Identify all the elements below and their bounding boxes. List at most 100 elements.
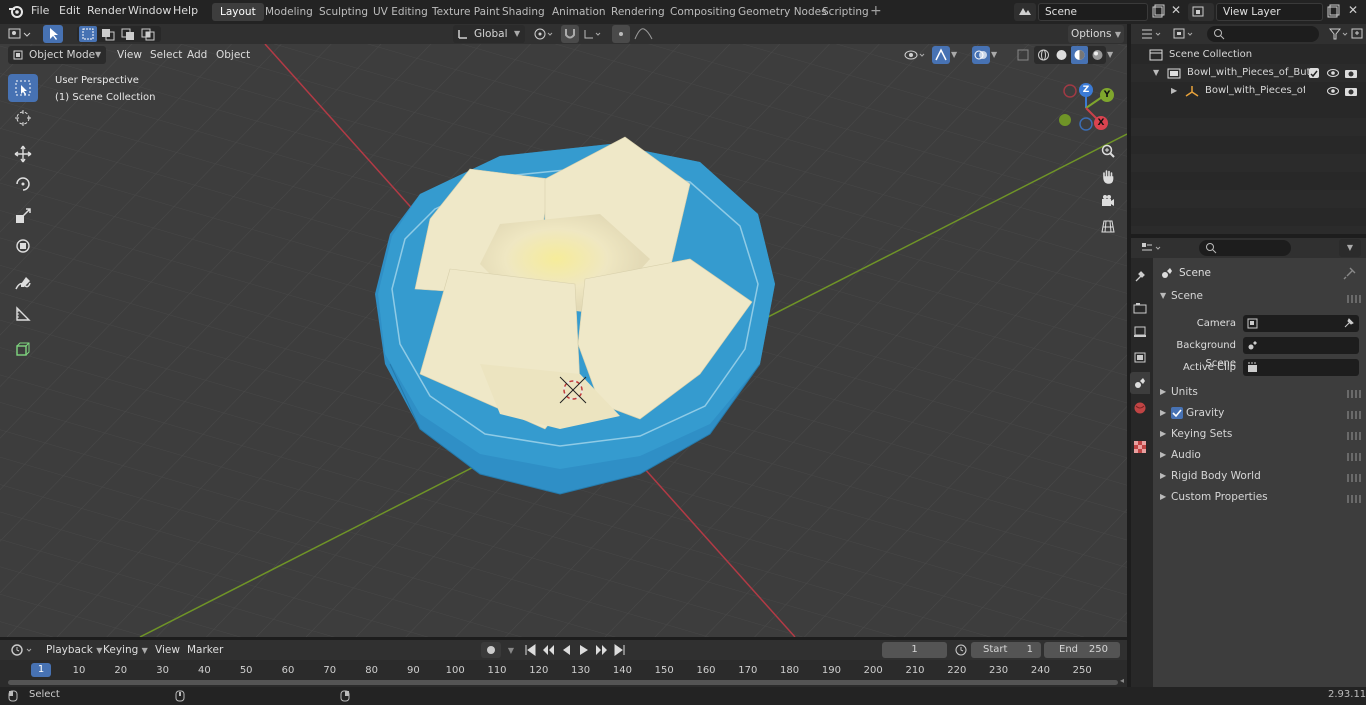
snap-target-icon[interactable] [581,25,605,43]
tool-transform[interactable] [8,232,38,260]
eye-icon[interactable] [1326,67,1340,79]
display-mode-icon[interactable] [1171,25,1197,43]
proportional-edit-icon[interactable] [612,25,630,43]
tool-select-box[interactable] [8,74,38,102]
timeline-menu-playback[interactable]: Playback ▼ [46,641,102,659]
viewport-menu-select[interactable]: Select [150,46,182,64]
menu-file[interactable]: File [31,0,49,24]
timeline-menu-keying[interactable]: Keying ▼ [103,641,148,659]
pivot-point-icon[interactable] [531,25,557,43]
tab-layout[interactable]: Layout [212,3,264,21]
outliner-row-scene-collection[interactable]: Scene Collection [1131,46,1366,64]
drag-handle-icon[interactable] [1347,411,1361,419]
expand-right-icon[interactable]: ▶ [1171,82,1177,100]
output-properties-tab[interactable] [1130,321,1150,343]
drag-handle-icon[interactable] [1347,390,1361,398]
falloff-icon[interactable] [632,25,656,43]
outliner-row-object[interactable]: ▶ Bowl_with_Pieces_of_Bu [1131,82,1366,100]
select-extend-icon[interactable] [99,26,117,42]
overlays-toggle-icon[interactable] [972,46,990,64]
expand-down-icon[interactable]: ▼ [1153,64,1159,82]
texture-properties-tab[interactable] [1130,436,1150,458]
chevron-down-icon[interactable]: ▼ [1339,239,1361,257]
viewport-menu-object[interactable]: Object [216,46,250,64]
chevron-left-icon[interactable]: ◂ [1120,676,1128,686]
outliner-row-collection[interactable]: ▼ Bowl_with_Pieces_of_Butter_( [1131,64,1366,82]
chevron-down-icon[interactable]: ▼ [991,46,1005,64]
timeline-menu-view[interactable]: View [155,641,180,659]
delete-scene-icon[interactable]: ✕ [1168,3,1184,21]
menu-edit[interactable]: Edit [59,0,80,24]
gizmo-z-axis[interactable]: Z [1079,83,1093,97]
scene-name-field[interactable]: Scene [1038,3,1148,21]
zoom-icon[interactable] [1097,140,1119,162]
pin-icon[interactable] [1343,266,1357,280]
scene-properties-tab[interactable] [1130,372,1150,394]
timeline-scrollbar[interactable] [8,680,1118,685]
new-collection-icon[interactable] [1350,25,1366,43]
render-camera-icon[interactable] [1344,85,1358,97]
camera-view-icon[interactable] [1097,190,1119,212]
properties-editor-type-icon[interactable] [1139,239,1165,257]
material-shading-icon[interactable] [1071,46,1088,64]
playhead[interactable]: 1 [31,663,51,677]
pan-hand-icon[interactable] [1097,165,1119,187]
viewport-menu-add[interactable]: Add [187,46,207,64]
gizmo-x-axis[interactable]: X [1094,116,1108,130]
tool-cursor[interactable] [8,104,38,132]
outliner-search-input[interactable] [1207,26,1319,42]
jump-start-icon[interactable] [521,642,539,658]
play-reverse-icon[interactable] [557,642,575,658]
start-frame-field[interactable]: Start 1 [971,642,1041,658]
solid-shading-icon[interactable] [1053,46,1070,64]
tool-measure[interactable] [8,300,38,328]
editor-type-icon[interactable] [6,25,32,43]
select-subtract-icon[interactable] [119,26,137,42]
drag-handle-icon[interactable] [1347,295,1361,303]
jump-end-icon[interactable] [611,642,629,658]
drag-handle-icon[interactable] [1347,495,1361,503]
tool-scale[interactable] [8,202,38,230]
tool-add-cube[interactable] [8,335,38,363]
viewport-scene[interactable] [0,44,1127,637]
perspective-toggle-icon[interactable] [1097,215,1119,237]
drag-handle-icon[interactable] [1347,432,1361,440]
exclude-checkbox[interactable] [1309,68,1319,78]
snap-toggle-icon[interactable] [561,25,579,43]
render-properties-tab[interactable] [1130,297,1150,319]
keying-sets-panel-header[interactable]: ▶ Keying Sets [1155,427,1362,445]
options-button[interactable]: Options ▼ [1068,25,1124,43]
viewport-3d[interactable] [0,44,1127,637]
eyedropper-icon[interactable] [1343,318,1354,329]
properties-search-input[interactable] [1199,240,1291,256]
gizmo-y-axis[interactable]: Y [1100,88,1114,102]
gizmo-toggle-icon[interactable] [932,46,950,64]
mode-dropdown[interactable]: Object Mode ▼ [8,46,106,64]
outliner-editor-type-icon[interactable] [1139,25,1165,43]
next-keyframe-icon[interactable] [593,642,611,658]
render-camera-icon[interactable] [1344,67,1358,79]
navigation-gizmo[interactable]: Z Y X [1055,78,1121,134]
xray-toggle-icon[interactable] [1014,46,1032,64]
eye-icon[interactable] [1326,85,1340,97]
gravity-panel-header[interactable]: ▶ Gravity [1155,406,1362,424]
tool-annotate[interactable] [8,270,38,298]
tab-scripting[interactable]: Scripting [814,3,877,21]
view-layer-selector-icon[interactable] [1188,3,1214,21]
units-panel-header[interactable]: ▶ Units [1155,385,1362,403]
world-properties-tab[interactable] [1130,397,1150,419]
current-frame-field[interactable]: 1 [882,642,947,658]
custom-properties-panel-header[interactable]: ▶ Custom Properties [1155,490,1362,508]
timeline-editor-type-icon[interactable] [8,641,36,659]
background-scene-field[interactable] [1243,337,1359,354]
select-new-icon[interactable] [79,26,97,42]
menu-help[interactable]: Help [173,0,198,24]
camera-field[interactable] [1243,315,1359,332]
end-frame-field[interactable]: End 250 [1044,642,1120,658]
add-workspace-icon[interactable]: + [870,0,882,24]
blender-logo-icon[interactable] [8,0,24,24]
wireframe-shading-icon[interactable] [1035,46,1052,64]
visibility-filter-icon[interactable] [902,46,928,64]
view-layer-field[interactable]: View Layer [1216,3,1323,21]
viewport-menu-view[interactable]: View [117,46,142,64]
